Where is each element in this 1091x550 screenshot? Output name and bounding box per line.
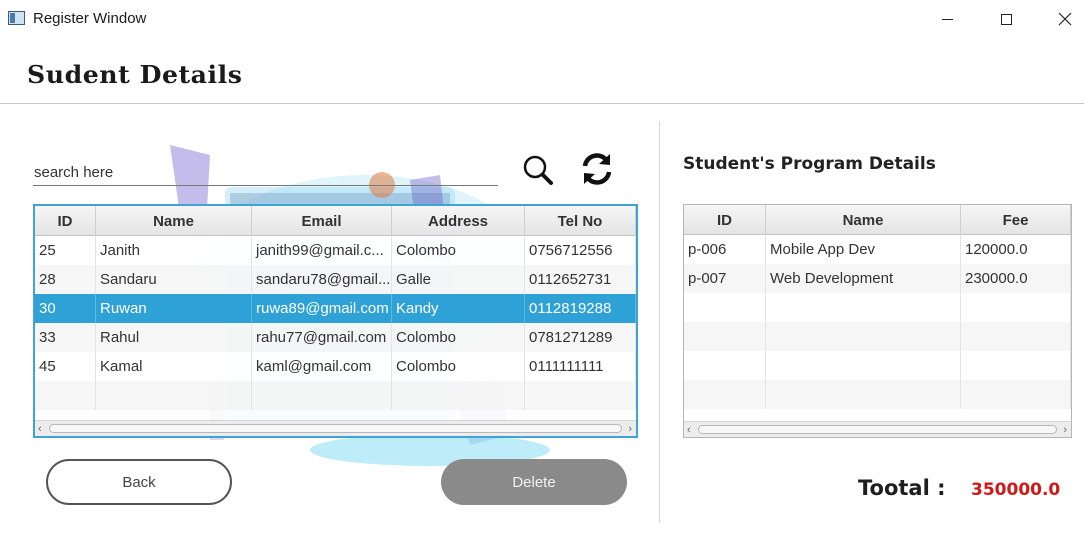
cell-email: ruwa89@gmail.com	[252, 294, 392, 323]
empty-row	[35, 381, 636, 410]
back-button[interactable]: Back	[46, 459, 232, 505]
cell-fee: 230000.0	[961, 264, 1071, 293]
search-input[interactable]	[33, 158, 498, 186]
cell-email: rahu77@gmail.com	[252, 323, 392, 352]
cell-tel-no: 0781271289	[525, 323, 636, 352]
page-title: Sudent Details	[27, 60, 243, 89]
maximize-icon	[1000, 13, 1012, 25]
cell-id: p-007	[684, 264, 766, 293]
table-row[interactable]: p-007 Web Development 230000.0	[684, 264, 1071, 293]
students-table-header: ID Name Email Address Tel No	[35, 206, 636, 236]
cell-fee: 120000.0	[961, 235, 1071, 264]
maximize-button[interactable]	[977, 0, 1035, 38]
table-row[interactable]: 33 Rahul rahu77@gmail.com Colombo 078127…	[35, 323, 636, 352]
scroll-thumb[interactable]	[49, 424, 622, 433]
cell-id: 28	[35, 265, 96, 294]
cell-name: Sandaru	[96, 265, 252, 294]
column-header-email[interactable]: Email	[252, 206, 392, 236]
column-header-address[interactable]: Address	[392, 206, 525, 236]
empty-row	[684, 322, 1071, 351]
column-header-name[interactable]: Name	[766, 205, 961, 235]
minimize-button[interactable]	[918, 0, 976, 38]
cell-address: Colombo	[392, 323, 525, 352]
column-header-fee[interactable]: Fee	[961, 205, 1071, 235]
cell-tel-no: 0756712556	[525, 236, 636, 265]
scroll-right-icon[interactable]: ›	[628, 423, 632, 435]
window-title: Register Window	[33, 10, 147, 27]
cell-address: Kandy	[392, 294, 525, 323]
cell-email: sandaru78@gmail....	[252, 265, 392, 294]
table-row[interactable]: 28 Sandaru sandaru78@gmail.... Galle 011…	[35, 265, 636, 294]
program-section-title: Student's Program Details	[683, 154, 936, 174]
header-divider	[0, 103, 1084, 104]
students-table-hscrollbar[interactable]: ‹ ›	[35, 420, 636, 436]
close-button[interactable]	[1036, 0, 1091, 38]
cell-name: Kamal	[96, 352, 252, 381]
delete-button[interactable]: Delete	[441, 459, 627, 505]
cell-name: Ruwan	[96, 294, 252, 323]
column-header-tel-no[interactable]: Tel No	[525, 206, 636, 236]
total-label: Tootal :	[858, 476, 946, 500]
title-bar: Register Window	[0, 0, 1091, 38]
cell-email: kaml@gmail.com	[252, 352, 392, 381]
scroll-thumb[interactable]	[698, 425, 1057, 434]
scroll-left-icon[interactable]: ‹	[38, 423, 42, 435]
refresh-icon	[582, 153, 612, 185]
search-button[interactable]	[521, 153, 555, 187]
table-row-selected[interactable]: 30 Ruwan ruwa89@gmail.com Kandy 01128192…	[35, 294, 636, 323]
cell-tel-no: 0112652731	[525, 265, 636, 294]
minimize-icon	[941, 18, 953, 20]
register-window: Register Window Sudent Details search he…	[0, 0, 1091, 550]
app-window-icon	[8, 11, 25, 25]
students-table-body: 25 Janith janith99@gmail.c... Colombo 07…	[35, 236, 636, 410]
programs-table-hscrollbar[interactable]: ‹ ›	[684, 421, 1071, 437]
cell-id: 45	[35, 352, 96, 381]
table-row[interactable]: p-006 Mobile App Dev 120000.0	[684, 235, 1071, 264]
column-header-id[interactable]: ID	[684, 205, 766, 235]
table-row[interactable]: 45 Kamal kaml@gmail.com Colombo 01111111…	[35, 352, 636, 381]
column-header-id[interactable]: ID	[35, 206, 96, 236]
cell-id: 33	[35, 323, 96, 352]
close-icon	[1058, 12, 1072, 26]
cell-id: 30	[35, 294, 96, 323]
cell-name: Mobile App Dev	[766, 235, 961, 264]
cell-address: Colombo	[392, 352, 525, 381]
empty-row	[684, 293, 1071, 322]
refresh-button[interactable]	[579, 150, 615, 188]
cell-address: Colombo	[392, 236, 525, 265]
cell-tel-no: 0111111111	[525, 352, 636, 381]
students-table[interactable]: ID Name Email Address Tel No 25 Janith j…	[33, 204, 638, 438]
cell-name: Rahul	[96, 323, 252, 352]
column-header-name[interactable]: Name	[96, 206, 252, 236]
empty-row	[684, 351, 1071, 380]
table-row[interactable]: 25 Janith janith99@gmail.c... Colombo 07…	[35, 236, 636, 265]
vertical-divider	[659, 121, 660, 523]
scroll-right-icon[interactable]: ›	[1063, 424, 1067, 436]
cell-id: p-006	[684, 235, 766, 264]
scroll-left-icon[interactable]: ‹	[687, 424, 691, 436]
cell-email: janith99@gmail.c...	[252, 236, 392, 265]
programs-table-header: ID Name Fee	[684, 205, 1071, 235]
magnifier-icon	[523, 155, 553, 185]
cell-tel-no: 0112819288	[525, 294, 636, 323]
empty-row	[684, 380, 1071, 409]
programs-table-body: p-006 Mobile App Dev 120000.0 p-007 Web …	[684, 235, 1071, 409]
total-value: 350000.0	[971, 480, 1061, 500]
cell-name: Web Development	[766, 264, 961, 293]
programs-table[interactable]: ID Name Fee p-006 Mobile App Dev 120000.…	[683, 204, 1072, 438]
cell-name: Janith	[96, 236, 252, 265]
cell-address: Galle	[392, 265, 525, 294]
cell-id: 25	[35, 236, 96, 265]
